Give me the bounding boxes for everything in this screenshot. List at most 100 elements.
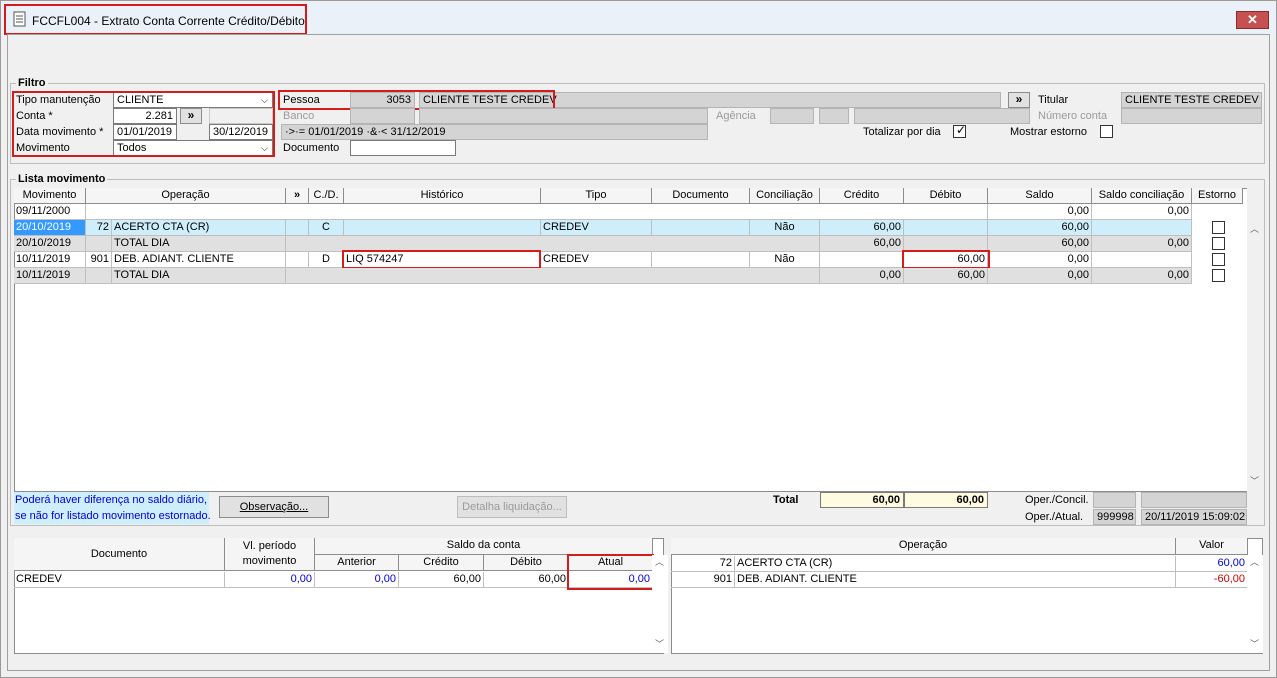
oper-atual-code: 999998 (1093, 509, 1136, 525)
titular-label: Titular (1038, 94, 1069, 106)
col-movimento[interactable]: Movimento (14, 188, 86, 204)
cell-tipo: CREDEV (541, 220, 652, 236)
col-historico[interactable]: Histórico (344, 188, 541, 204)
col-documento[interactable]: Documento (14, 538, 225, 571)
cell-documento (652, 220, 750, 236)
col-debito[interactable]: Débito (904, 188, 988, 204)
col-vl-periodo[interactable]: Vl. período movimento (225, 538, 315, 571)
table-row[interactable]: 09/11/2000 (14, 204, 86, 220)
data-label: Data movimento * (16, 126, 104, 138)
table-row[interactable]: 20/10/2019 (14, 236, 86, 252)
cell-conciliacao: Não (750, 220, 820, 236)
table-row[interactable]: CREDEV (14, 572, 225, 588)
cell-tipo: CREDEV (541, 252, 652, 268)
cell-historico: LIQ 574247 (344, 252, 541, 268)
cell-valor: 60,00 (1176, 556, 1248, 572)
pessoa-name: CLIENTE TESTE CREDEV (419, 92, 1001, 108)
grid-scrollbar[interactable]: ︿ ﹀ (1247, 188, 1263, 492)
chevron-up-icon[interactable]: ︿ (1250, 555, 1259, 568)
col-atual[interactable]: Atual (569, 555, 653, 571)
documento-input[interactable] (350, 140, 456, 156)
oper-concil-label: Oper./Concil. (1025, 494, 1089, 506)
cell-saldo: 60,00 (988, 220, 1092, 236)
col-credito[interactable]: Crédito (820, 188, 904, 204)
estorno-row-checkbox[interactable] (1212, 221, 1225, 234)
col-saldo[interactable]: Saldo (988, 188, 1092, 204)
cell-saldo: 60,00 (988, 236, 1092, 252)
cell-code (86, 268, 112, 284)
cell-saldo: 0,00 (988, 204, 1092, 220)
agencia-code (770, 108, 814, 124)
cell-historico (344, 220, 541, 236)
chevron-up-icon[interactable]: ︿ (1250, 222, 1259, 235)
cell-operacao: TOTAL DIA (112, 268, 286, 284)
col-saldo-conciliacao[interactable]: Saldo conciliação (1092, 188, 1192, 204)
title-bar: FCCFL004 - Extrato Conta Corrente Crédit… (2, 2, 1276, 36)
cell-saldo-conc: 0,00 (1092, 236, 1192, 252)
cell-documento (652, 252, 750, 268)
observacao-button[interactable]: Observação... (219, 496, 329, 518)
cell-code: 901 (86, 252, 112, 268)
estorno-row-checkbox[interactable] (1212, 253, 1225, 266)
cell-empty (286, 236, 820, 252)
total-credito: 60,00 (820, 492, 904, 508)
warning-line2: se não for listado movimento estornado. (15, 510, 211, 522)
detalha-liquidacao-button[interactable]: Detalha liquidação... (457, 496, 567, 518)
totalizar-checkbox[interactable]: ✓ (953, 123, 966, 138)
chevron-up-icon[interactable]: ︿ (655, 555, 664, 568)
table-row[interactable]: 901 (671, 572, 735, 588)
col-saldo-conta[interactable]: Saldo da conta (315, 538, 653, 555)
chevron-down-icon[interactable]: ﹀ (1250, 637, 1259, 650)
tipo-select[interactable]: CLIENTE ⌵ (113, 92, 273, 108)
col-documento[interactable]: Documento (652, 188, 750, 204)
agencia-name (854, 108, 1030, 124)
cell-credito (820, 252, 904, 268)
col-valor[interactable]: Valor (1176, 538, 1248, 555)
banco-code (350, 108, 415, 124)
data-from-input[interactable]: 01/01/2019 (113, 124, 177, 140)
col-operacao[interactable]: Operação (86, 188, 286, 204)
titular-value: CLIENTE TESTE CREDEV (1121, 92, 1262, 108)
estorno-row-checkbox[interactable] (1212, 269, 1225, 282)
col-credito[interactable]: Crédito (399, 555, 484, 571)
cell-debito: 60,00 (904, 268, 988, 284)
table-row[interactable]: 10/11/2019 (14, 252, 86, 268)
data-to-input[interactable]: 30/12/2019 (209, 124, 273, 140)
operacoes-scrollbar[interactable]: ︿ ﹀ (1247, 555, 1263, 653)
saldo-scrollbar[interactable]: ︿ ﹀ (652, 555, 668, 653)
conta-search-button[interactable]: » (180, 108, 202, 124)
col-operacao[interactable]: Operação (671, 538, 1176, 555)
col-tipo[interactable]: Tipo (541, 188, 652, 204)
agencia-label: Agência (716, 110, 756, 122)
chevron-down-icon[interactable]: ﹀ (655, 637, 664, 650)
table-row-selected[interactable]: 20/10/2019 (14, 220, 86, 236)
cell-empty (286, 268, 820, 284)
col-conciliacao[interactable]: Conciliação (750, 188, 820, 204)
col-cd[interactable]: C./D. (309, 188, 344, 204)
estorno-checkbox[interactable] (1100, 125, 1113, 138)
pessoa-search-button[interactable]: » (1008, 92, 1030, 108)
col-expand[interactable]: » (286, 188, 309, 204)
cell-debito: 60,00 (484, 572, 569, 588)
estorno-row-checkbox[interactable] (1212, 237, 1225, 250)
col-estorno[interactable]: Estorno (1192, 188, 1243, 204)
cell-operacao: DEB. ADIANT. CLIENTE (735, 572, 1176, 588)
cell-vl-periodo: 0,00 (225, 572, 315, 588)
lista-title: Lista movimento (16, 173, 108, 186)
numero-conta-label: Número conta (1038, 110, 1108, 122)
cell-saldo-conc: 0,00 (1092, 204, 1192, 220)
chevron-down-icon[interactable]: ﹀ (1250, 474, 1259, 487)
movimento-select[interactable]: Todos ⌵ (113, 140, 273, 156)
conta-input[interactable]: 2.281 (113, 108, 177, 124)
close-button[interactable]: ✕ (1236, 11, 1269, 29)
table-row (86, 204, 988, 220)
range-display: ·>·= 01/01/2019 ·&·< 31/12/2019 (281, 124, 708, 140)
table-row[interactable]: 10/11/2019 (14, 268, 86, 284)
table-row[interactable]: 72 (671, 556, 735, 572)
cell-saldo: 0,00 (988, 268, 1092, 284)
col-debito[interactable]: Débito (484, 555, 569, 571)
cell-atual: 0,00 (569, 572, 653, 588)
col-anterior[interactable]: Anterior (315, 555, 399, 571)
cell-saldo-conc (1092, 220, 1192, 236)
cell-operacao: ACERTO CTA (CR) (112, 220, 286, 236)
